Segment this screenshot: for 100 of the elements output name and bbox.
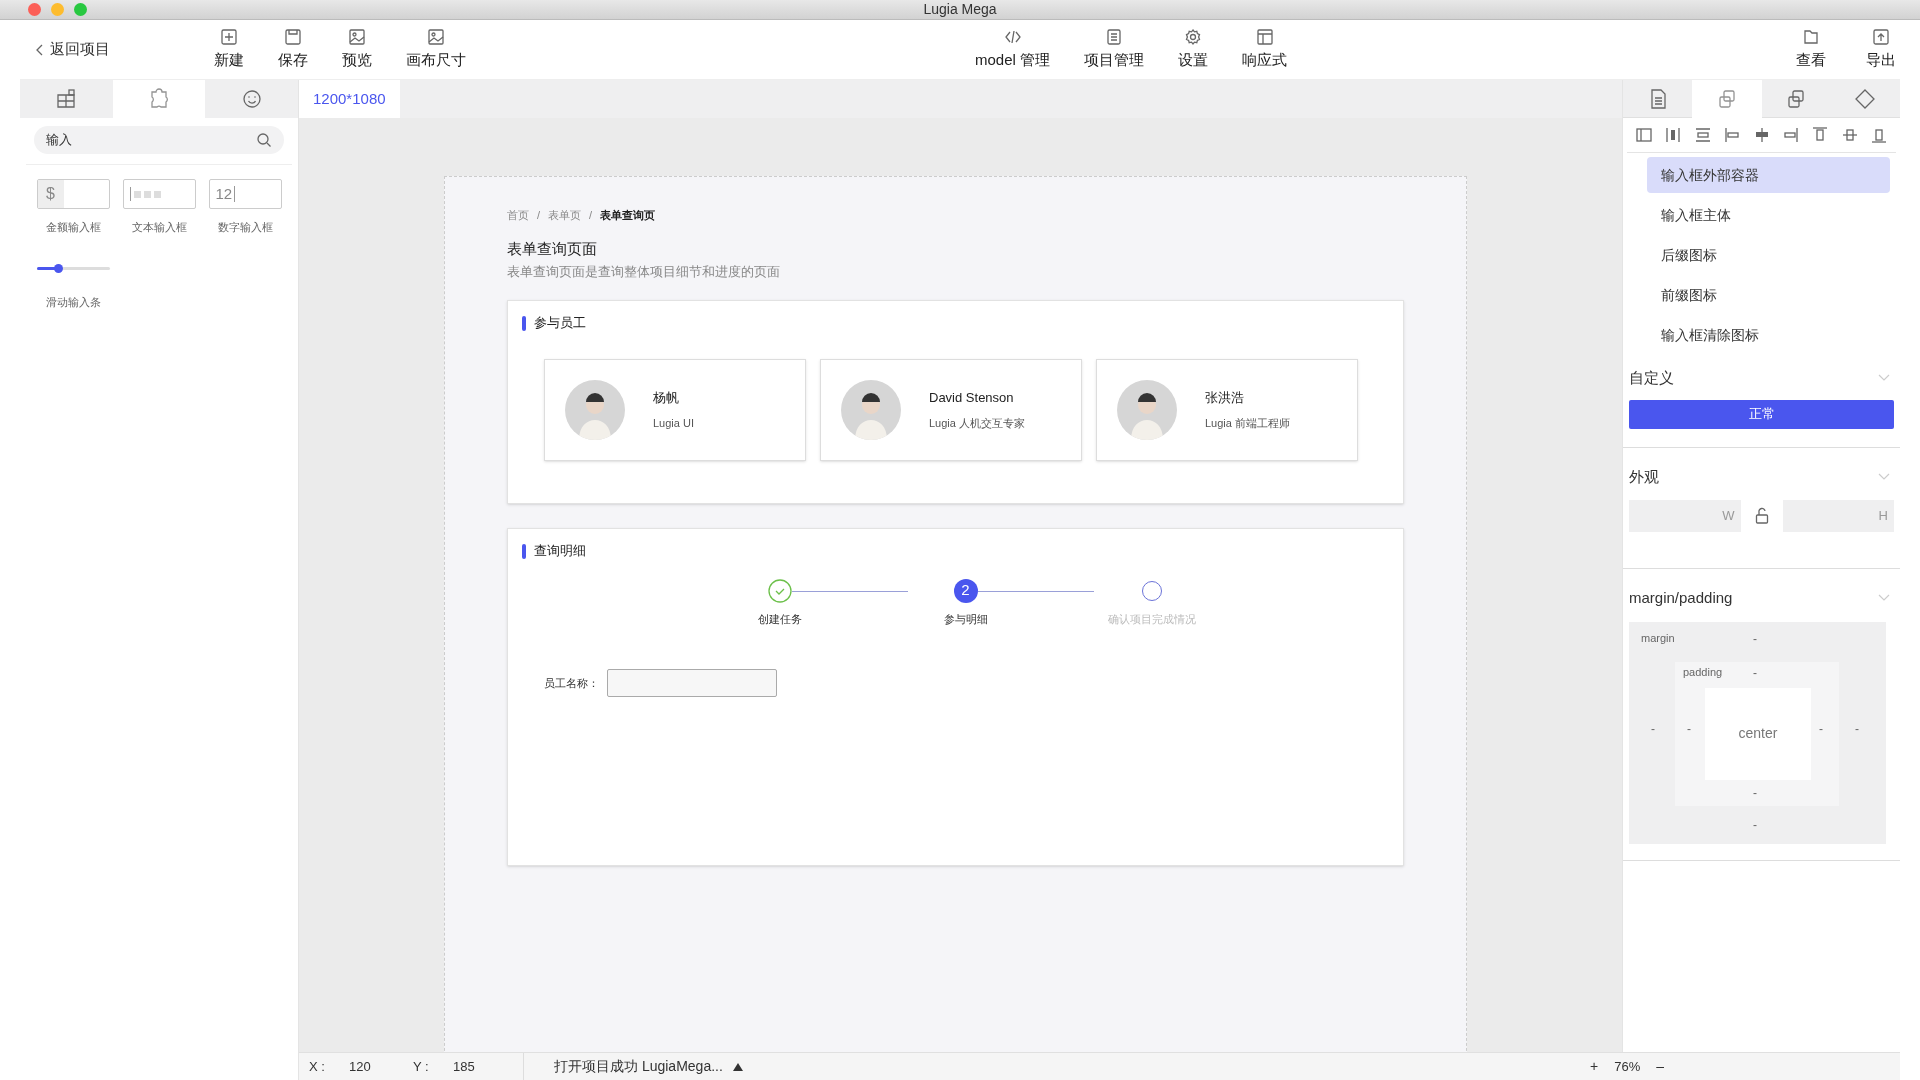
breadcrumb-link[interactable]: 表单查询页: [600, 207, 656, 224]
section-heading: 自定义: [1629, 368, 1674, 388]
normal-state-button[interactable]: 正常: [1629, 399, 1894, 429]
new-button[interactable]: 新建: [214, 27, 244, 72]
layer-item[interactable]: 输入框主体: [1647, 197, 1890, 233]
step-number: 2: [953, 578, 978, 603]
grid-icon: [55, 88, 78, 110]
save-button[interactable]: 保存: [278, 27, 308, 72]
puzzle-icon: [148, 88, 170, 110]
component-label: 金额输入框: [45, 220, 101, 235]
text-input-preview[interactable]: [122, 179, 196, 209]
align-left-icon[interactable]: [1723, 126, 1742, 144]
settings-button[interactable]: 设置: [1178, 27, 1208, 72]
layer-item[interactable]: 输入框清除图标: [1647, 317, 1890, 353]
field-label: 员工名称：: [544, 675, 599, 691]
section-marker: [522, 315, 526, 331]
lock-icon[interactable]: [1754, 507, 1769, 525]
document-icon: [1105, 27, 1123, 46]
back-button[interactable]: 返回项目: [34, 38, 214, 61]
align-middle-icon[interactable]: [1840, 126, 1859, 144]
close-button[interactable]: [28, 3, 41, 16]
employee-card[interactable]: 杨帆 Lugia UI: [544, 358, 806, 461]
canvas-size-tab[interactable]: 1200*1080: [299, 80, 400, 118]
zoom-out-button[interactable]: –: [1648, 1056, 1672, 1077]
breadcrumb-link[interactable]: 表单页: [548, 207, 582, 224]
component-label: 数字输入框: [217, 220, 273, 235]
layers-tab[interactable]: [1692, 80, 1762, 118]
zoom-button[interactable]: [74, 3, 87, 16]
padding-value: -: [1819, 720, 1823, 738]
preview-button[interactable]: 预览: [342, 27, 372, 72]
margin-value: -: [1753, 630, 1757, 648]
number-input-preview[interactable]: 12: [208, 179, 282, 209]
zoom-in-button[interactable]: +: [1582, 1056, 1607, 1077]
breadcrumb-link[interactable]: 首页: [507, 207, 529, 224]
panel-icon[interactable]: [1635, 126, 1653, 144]
padding-value: -: [1753, 784, 1757, 802]
model-button[interactable]: model 管理: [975, 27, 1050, 72]
chevron-icon[interactable]: [1878, 594, 1890, 603]
puzzle-tab[interactable]: [112, 80, 206, 118]
step-label: 参与明细: [943, 611, 988, 627]
diamond-icon: [1854, 87, 1877, 110]
section-heading: margin/padding: [1629, 588, 1733, 608]
step-label: 确认项目完成情况: [1107, 611, 1196, 627]
page-title: 表单查询页面: [507, 238, 598, 259]
image-icon: [427, 27, 445, 46]
section-heading: 外观: [1629, 466, 1659, 487]
breadcrumb-separator: /: [589, 208, 593, 223]
plus-icon: [220, 27, 238, 46]
folder-icon: [1802, 27, 1820, 46]
project-button[interactable]: 项目管理: [1084, 27, 1144, 72]
section-marker: [522, 543, 526, 559]
employee-card[interactable]: David Stenson Lugia 人机交互专家: [820, 358, 1082, 461]
view-button[interactable]: 查看: [1796, 27, 1826, 72]
padding-label: padding: [1683, 664, 1723, 680]
responsive-button[interactable]: 响应式: [1242, 27, 1287, 72]
layer-item[interactable]: 前缀图标: [1647, 277, 1890, 313]
margin-value: -: [1855, 720, 1859, 738]
margin-value: -: [1651, 720, 1655, 738]
employee-role: Lugia UI: [653, 416, 694, 431]
search-icon[interactable]: [256, 132, 272, 148]
export-button[interactable]: 导出: [1866, 27, 1896, 72]
upload-icon: [1872, 27, 1890, 46]
layout-icon: [1255, 27, 1274, 46]
x-label: X :: [309, 1057, 326, 1076]
component-label: 滑动输入条: [45, 294, 101, 310]
margin-value: -: [1753, 816, 1757, 834]
search-field[interactable]: 输入: [34, 126, 284, 154]
window-title: Lugia Mega: [923, 1, 997, 17]
chevron-icon[interactable]: [1878, 472, 1890, 481]
employee-name: 张洪浩: [1205, 388, 1245, 407]
status-message: 打开项目成功 LugiaMega...: [554, 1057, 723, 1076]
y-value: 185: [453, 1057, 475, 1076]
component-label: 文本输入框: [131, 220, 187, 235]
page-description: 表单查询页面是查询整体项目细节和进度的页面: [507, 264, 781, 281]
content-box: center: [1705, 687, 1811, 780]
align-right-icon[interactable]: [1781, 126, 1800, 144]
layer-item[interactable]: 后缀图标: [1647, 237, 1890, 273]
zoom-level: 76%: [1613, 1057, 1642, 1076]
employee-name: David Stenson: [929, 388, 1015, 407]
layer-item[interactable]: 输入框外部容器: [1647, 157, 1890, 193]
canvas-size-button[interactable]: 画布尺寸: [406, 27, 466, 72]
align-top-icon[interactable]: [1811, 126, 1830, 144]
padding-value: -: [1753, 664, 1757, 682]
align-bottom-icon[interactable]: [1870, 126, 1888, 144]
distribute-icon[interactable]: [1664, 126, 1683, 144]
margin-label: margin: [1641, 630, 1675, 646]
triangle-icon[interactable]: [732, 1062, 743, 1071]
chevron-icon[interactable]: [1878, 374, 1890, 383]
smiley-icon: [240, 88, 263, 110]
employee-name-field[interactable]: [607, 669, 777, 697]
employee-card[interactable]: 张洪浩 Lugia 前端工程师: [1096, 358, 1358, 461]
section-title: 查询明细: [534, 542, 586, 560]
settings-icon: [1184, 27, 1202, 46]
employee-role: Lugia 人机交互专家: [929, 416, 1025, 431]
step-label: 创建任务: [757, 611, 802, 627]
section-title: 参与员工: [534, 314, 586, 332]
save-icon: [284, 27, 302, 46]
x-value: 120: [349, 1057, 372, 1076]
distribute-icon[interactable]: [1693, 126, 1712, 144]
employee-role: Lugia 前端工程师: [1205, 416, 1290, 431]
